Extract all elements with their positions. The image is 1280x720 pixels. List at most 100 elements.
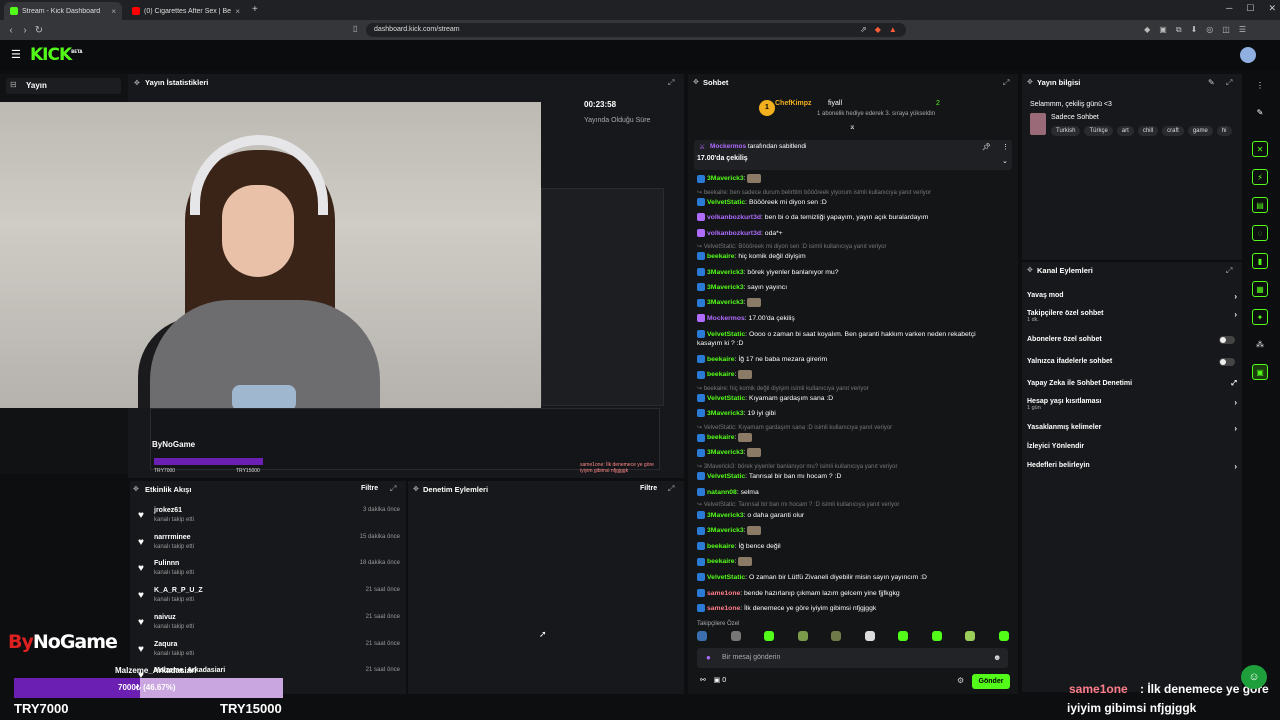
pinned-by-user[interactable]: Mockermos (710, 143, 746, 150)
profile-avatar[interactable] (1240, 47, 1256, 63)
share-icon[interactable]: ⇗ (860, 25, 867, 34)
chat-username[interactable]: 3Maverick3 (707, 284, 744, 291)
wrench-icon[interactable]: ✦ (1252, 309, 1268, 325)
drag-handle-icon[interactable]: ✥ (1027, 266, 1033, 274)
channel-action-item[interactable]: İzleyici Yönlendir (1027, 443, 1237, 450)
leaderboard-user[interactable]: fiyall (828, 100, 842, 107)
edit-icon[interactable]: ✎ (1208, 78, 1215, 87)
popout-icon[interactable]: ⤢ (1226, 266, 1232, 276)
emote-icon[interactable] (998, 631, 1009, 641)
chat-bubble-icon[interactable]: ◌ (1252, 225, 1268, 241)
chat-username[interactable]: 3Maverick3 (707, 410, 744, 417)
kick-logo[interactable]: KICKBETA (30, 45, 82, 65)
chat-username[interactable]: 3Maverick3 (707, 269, 744, 276)
chat-username[interactable]: beekaire (707, 543, 735, 550)
toggle-switch[interactable] (1219, 336, 1235, 344)
activity-filter-button[interactable]: Filtre (361, 485, 378, 492)
chat-username[interactable]: 3Maverick3 (707, 449, 744, 456)
emote-icon[interactable] (864, 631, 875, 641)
popout-icon[interactable]: ⤢ (668, 78, 674, 88)
extension-icon[interactable]: ◎ (1206, 25, 1213, 35)
more-options-icon[interactable]: ⋮ (1002, 143, 1009, 151)
stream-tag[interactable]: craft (1162, 126, 1184, 136)
chat-username[interactable]: VelvetStatic (707, 473, 745, 480)
activity-user[interactable]: Zaqura (154, 641, 177, 648)
people-icon[interactable]: ⁂ (1252, 337, 1268, 353)
forward-icon[interactable]: › (18, 25, 32, 36)
url-field[interactable]: dashboard.kick.com/stream (366, 23, 906, 37)
chat-username[interactable]: same1one (707, 590, 740, 597)
activity-user[interactable]: jrokez61 (154, 507, 182, 514)
stream-tag[interactable]: art (1116, 126, 1134, 136)
emote-icon[interactable] (931, 631, 942, 641)
drag-handle-icon[interactable]: ✥ (693, 78, 699, 86)
popout-icon[interactable]: ⤢ (668, 484, 674, 494)
clipboard-icon[interactable]: ▤ (1252, 197, 1268, 213)
link-icon[interactable]: ⚯ (700, 677, 706, 684)
chat-username[interactable]: VelvetStatic (707, 331, 745, 338)
send-button[interactable]: Gönder (972, 674, 1010, 689)
chat-username[interactable]: beekaire (707, 356, 735, 363)
extension-icon[interactable]: ☰ (1239, 25, 1246, 35)
activity-user[interactable]: K_A_R_P_U_Z (154, 587, 203, 594)
popout-icon[interactable]: ⤢ (1226, 78, 1232, 88)
brave-shield-icon[interactable]: ◆ (875, 25, 881, 34)
chat-bot-icon[interactable]: ☺ (1241, 665, 1267, 689)
crosshair-icon[interactable]: ✕ (1252, 141, 1268, 157)
popout-icon[interactable]: ⤢ (390, 484, 396, 494)
channel-action-item[interactable]: Hesap yaşı kısıtlaması 1 gün › (1027, 398, 1237, 411)
chat-username[interactable]: VelvetStatic (707, 574, 745, 581)
activity-user[interactable]: naivuz (154, 614, 176, 621)
minimize-icon[interactable]: ─ (1226, 3, 1232, 14)
more-icon[interactable]: ⋮ (1252, 78, 1268, 94)
stream-tag[interactable]: chill (1137, 126, 1159, 136)
chat-username[interactable]: volkanbozkurt3d (707, 214, 761, 221)
extension-icon[interactable]: ⧉ (1176, 25, 1182, 35)
channel-action-item[interactable]: Yapay Zeka ile Sohbet Denetimi ⤢ (1027, 380, 1237, 387)
extension-icon[interactable]: ◆ (1144, 25, 1150, 35)
chat-username[interactable]: natann08 (707, 489, 737, 496)
emote-icon[interactable] (764, 631, 775, 641)
emote-icon[interactable] (730, 631, 741, 641)
rewards-icon[interactable]: ▲ (889, 25, 897, 34)
chat-username[interactable]: 3Maverick3 (707, 175, 744, 182)
emote-icon[interactable] (697, 631, 707, 641)
close-window-icon[interactable]: ✕ (1268, 3, 1276, 14)
leaderboard-name[interactable]: ChefKimpz (775, 100, 812, 107)
moderation-filter-button[interactable]: Filtre (640, 485, 657, 492)
lightning-icon[interactable]: ⚡︎ (1252, 169, 1268, 185)
collapse-icon[interactable]: ⌅ (849, 122, 856, 131)
chat-username[interactable]: 3Maverick3 (707, 299, 744, 306)
drag-handle-icon[interactable]: ✥ (413, 485, 419, 493)
mic-icon[interactable]: ● (706, 653, 711, 662)
maximize-icon[interactable]: ☐ (1246, 3, 1254, 14)
chat-username[interactable]: 3Maverick3 (707, 527, 744, 534)
chat-username[interactable]: beekaire (707, 434, 735, 441)
stream-tag[interactable]: Türkçe (1084, 126, 1113, 136)
emote-icon[interactable] (965, 631, 976, 641)
popout-icon[interactable]: ⤢ (1003, 78, 1009, 88)
reload-icon[interactable]: ↻ (32, 25, 46, 36)
chat-settings-icon[interactable]: ⚙ (957, 676, 964, 685)
stream-tag[interactable]: hi (1216, 126, 1232, 136)
grid-icon[interactable]: ▦ (1252, 281, 1268, 297)
channel-action-item[interactable]: Yasaklanmış kelimeler › (1027, 424, 1237, 433)
chat-username[interactable]: beekaire (707, 371, 735, 378)
chat-username[interactable]: VelvetStatic (707, 395, 745, 402)
chat-username[interactable]: beekaire (707, 558, 735, 565)
drag-handle-icon[interactable]: ✥ (1027, 78, 1033, 86)
browser-tab-kick[interactable]: Stream - Kick Dashboard × (4, 2, 122, 20)
channel-action-item[interactable]: Abonelere özel sohbet (1027, 336, 1237, 344)
extension-icon[interactable]: ⬇ (1191, 25, 1198, 35)
channel-action-item[interactable]: Takipçilere özel sohbet 1 dk. › (1027, 310, 1237, 323)
extension-icon[interactable]: ◫ (1222, 25, 1230, 35)
back-icon[interactable]: ‹ (4, 25, 18, 36)
activity-user[interactable]: narrrminee (154, 534, 191, 541)
chat-username[interactable]: volkanbozkurt3d (707, 230, 761, 237)
lock-icon[interactable]: ▮ (1252, 253, 1268, 269)
chat-username[interactable]: beekaire (707, 253, 735, 260)
emote-icon[interactable] (797, 631, 808, 641)
bookmark-icon[interactable]: ▯ (353, 24, 357, 33)
chat-username[interactable]: same1one (707, 605, 740, 612)
channel-action-item[interactable]: Yavaş mod › (1027, 292, 1237, 301)
